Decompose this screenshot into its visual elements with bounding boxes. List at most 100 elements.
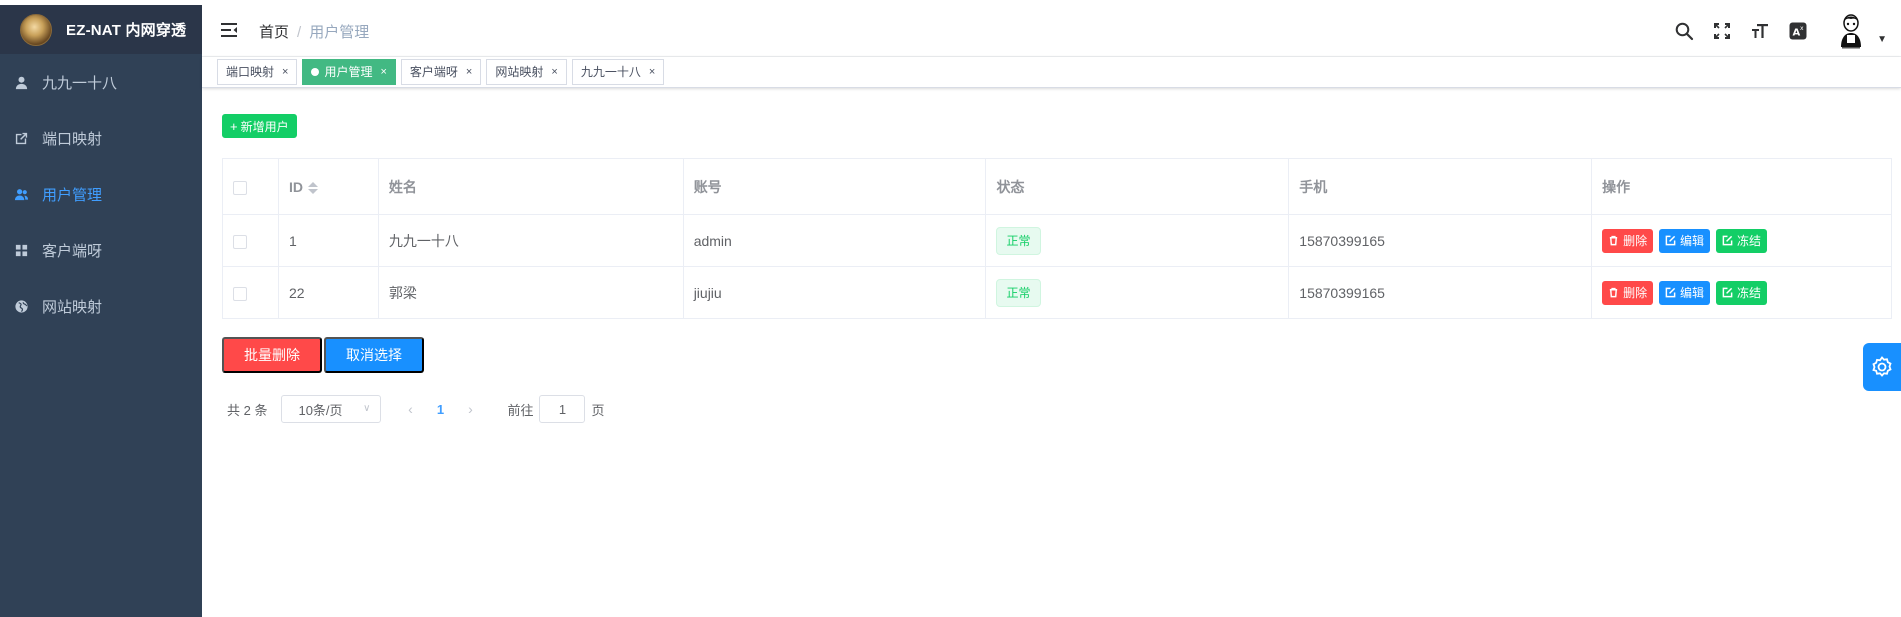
goto-prefix: 前往 <box>507 402 534 418</box>
sidebar-item-user-profile[interactable]: 九九一十八 <box>0 54 202 110</box>
column-header-status: 状态 <box>985 158 1290 215</box>
sidebar-item-user-management[interactable]: 用户管理 <box>0 166 202 222</box>
add-user-button[interactable]: + 新增用户 <box>222 114 297 138</box>
sidebar-item-label: 客户端呀 <box>42 242 103 260</box>
table-header-row: ID 姓名 账号 状态 手机 操作 <box>222 158 1892 215</box>
cell-status: 正常 <box>985 266 1290 319</box>
chevron-down-icon: ∨ <box>363 403 371 414</box>
close-icon[interactable]: × <box>649 60 655 84</box>
external-link-icon <box>13 130 29 146</box>
hamburger-menu-icon[interactable] <box>219 20 239 40</box>
page-size-select[interactable]: 10条/页 ∨ <box>281 395 382 423</box>
settings-button[interactable] <box>1863 343 1901 391</box>
edit-icon <box>1722 235 1733 246</box>
edit-label: 编辑 <box>1680 286 1705 300</box>
fullscreen-icon[interactable] <box>1711 20 1733 42</box>
font-size-icon[interactable] <box>1749 20 1771 42</box>
tag-port-mapping[interactable]: 端口映射 × <box>217 59 298 85</box>
delete-label: 删除 <box>1623 286 1648 300</box>
column-label: ID <box>288 178 303 195</box>
peoples-icon <box>13 186 29 202</box>
close-icon[interactable]: × <box>466 60 472 84</box>
close-icon[interactable]: × <box>551 60 557 84</box>
navbar: 首页 / 用户管理 Ax ▼ <box>202 5 1901 57</box>
table-row: 1 九九一十八 admin 正常 15870399165 删除 编辑 冻结 <box>222 214 1892 267</box>
edit-label: 编辑 <box>1680 234 1705 248</box>
user-avatar[interactable] <box>1831 11 1872 51</box>
freeze-label: 冻结 <box>1736 286 1761 300</box>
breadcrumb-current: 用户管理 <box>309 24 370 41</box>
language-icon[interactable]: Ax <box>1787 20 1809 42</box>
user-table: ID 姓名 账号 状态 手机 操作 1 九九一十八 admin 正常 15870… <box>222 158 1892 319</box>
prev-page-button[interactable]: ‹ <box>395 401 425 417</box>
status-badge: 正常 <box>996 278 1041 307</box>
add-user-label: 新增用户 <box>240 119 289 134</box>
close-icon[interactable]: × <box>380 60 386 84</box>
cell-name: 九九一十八 <box>377 214 684 267</box>
user-icon <box>13 74 29 90</box>
cell-actions: 删除 编辑 冻结 <box>1591 214 1892 267</box>
pagination-total: 共 2 条 <box>227 402 268 418</box>
freeze-button[interactable]: 冻结 <box>1715 280 1767 305</box>
page-size-value: 10条/页 <box>298 402 343 418</box>
delete-button[interactable]: 删除 <box>1602 280 1654 305</box>
freeze-label: 冻结 <box>1736 234 1761 248</box>
sidebar-item-label: 用户管理 <box>42 186 103 204</box>
gear-icon <box>1872 356 1892 377</box>
sidebar-item-clients[interactable]: 客户端呀 <box>0 222 202 278</box>
sidebar-item-label: 端口映射 <box>42 130 103 148</box>
chevron-down-icon[interactable]: ▼ <box>1877 34 1887 45</box>
edit-button[interactable]: 编辑 <box>1659 228 1711 253</box>
tag-user-management[interactable]: 用户管理 × <box>302 59 396 85</box>
cancel-selection-button[interactable]: 取消选择 <box>324 337 424 373</box>
column-header-phone: 手机 <box>1288 158 1593 215</box>
tags-view: 端口映射 × 用户管理 × 客户端呀 × 网站映射 × 九九一十八 × <box>202 57 1901 88</box>
cell-id: 22 <box>277 266 379 319</box>
app: EZ-NAT 内网穿透 九九一十八 端口映射 用户管理 客户端呀 网站映射 首页… <box>0 0 1901 617</box>
status-badge: 正常 <box>996 226 1041 255</box>
freeze-button[interactable]: 冻结 <box>1715 228 1767 253</box>
delete-label: 删除 <box>1623 234 1648 248</box>
tag-website-mapping[interactable]: 网站映射 × <box>486 59 567 85</box>
sidebar-item-website-mapping[interactable]: 网站映射 <box>0 278 202 334</box>
logo-image <box>20 13 52 46</box>
tag-clients[interactable]: 客户端呀 × <box>400 59 482 85</box>
breadcrumb-home[interactable]: 首页 <box>259 24 289 41</box>
column-header-account: 账号 <box>682 158 987 215</box>
row-select-cell <box>222 266 279 319</box>
batch-delete-button[interactable]: 批量删除 <box>222 337 322 373</box>
sidebar-item-port-mapping[interactable]: 端口映射 <box>0 110 202 166</box>
cell-phone: 15870399165 <box>1288 266 1593 319</box>
close-icon[interactable]: × <box>282 60 288 84</box>
cell-account: jiujiu <box>682 266 987 319</box>
globe-icon <box>13 298 29 314</box>
trash-icon <box>1609 235 1618 246</box>
edit-button[interactable]: 编辑 <box>1659 280 1711 305</box>
search-icon[interactable] <box>1673 20 1695 42</box>
dashboard-grid-icon <box>13 242 29 258</box>
row-checkbox[interactable] <box>233 286 247 301</box>
tag-label: 客户端呀 <box>409 65 458 79</box>
column-header-name: 姓名 <box>377 158 684 215</box>
goto-page-input[interactable] <box>539 395 586 423</box>
delete-button[interactable]: 删除 <box>1602 228 1654 253</box>
column-header-id[interactable]: ID <box>277 158 379 215</box>
table-row: 22 郭梁 jiujiu 正常 15870399165 删除 编辑 冻结 <box>222 266 1892 319</box>
column-header-actions: 操作 <box>1591 158 1892 215</box>
tag-user-profile[interactable]: 九九一十八 × <box>571 59 665 85</box>
cell-status: 正常 <box>985 214 1290 267</box>
page-number[interactable]: 1 <box>425 402 455 417</box>
plus-icon: + <box>230 118 238 134</box>
goto-suffix: 页 <box>591 402 605 418</box>
sidebar-logo[interactable]: EZ-NAT 内网穿透 <box>0 5 202 54</box>
sort-caret-icon[interactable] <box>307 181 318 194</box>
cell-name: 郭梁 <box>377 266 684 319</box>
breadcrumb-separator: / <box>297 24 302 41</box>
sidebar-item-label: 九九一十八 <box>42 74 118 92</box>
next-page-button[interactable]: › <box>455 401 485 417</box>
cell-id: 1 <box>277 214 379 267</box>
cell-account: admin <box>682 214 987 267</box>
row-checkbox[interactable] <box>233 234 247 249</box>
select-all-checkbox[interactable] <box>233 180 247 195</box>
tag-label: 九九一十八 <box>580 65 641 79</box>
